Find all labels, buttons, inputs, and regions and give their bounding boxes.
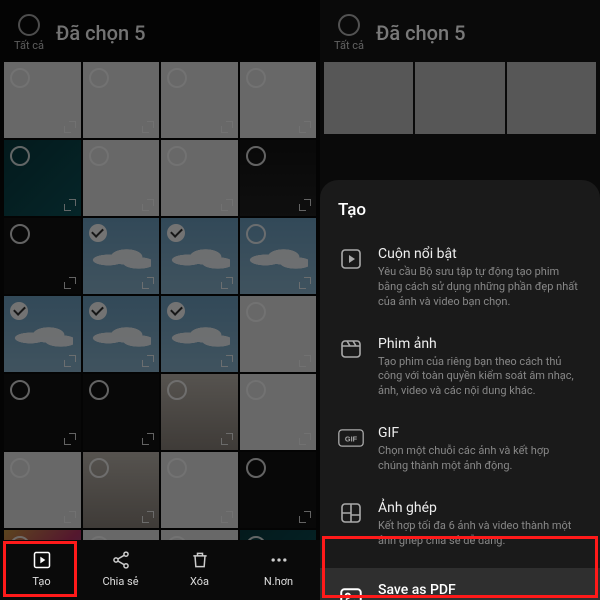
grid-thumb[interactable] [83, 296, 160, 372]
grid-thumb[interactable] [161, 452, 238, 528]
option-desc: Chọn một chuỗi các ảnh và kết hợp chúng … [378, 444, 582, 474]
grid-thumb[interactable] [4, 530, 81, 540]
expand-icon[interactable] [64, 121, 76, 133]
grid-thumb[interactable] [240, 62, 317, 138]
grid-thumb[interactable] [161, 140, 238, 216]
bottom-toolbar: Tạo Chia sẻ Xóa N.hơn [0, 540, 320, 600]
grid-thumb[interactable] [240, 374, 317, 450]
option-title: Ảnh ghép [378, 500, 582, 516]
header: Tất cả Đã chọn 5 [0, 0, 320, 62]
gif-icon: GIF [338, 425, 364, 451]
header: Tất cả Đã chọn 5 [320, 0, 600, 62]
option-highlight-reel[interactable]: Cuộn nổi bật Yêu cầu Bộ sưu tập tự động … [338, 240, 582, 316]
play-square-icon [338, 246, 364, 272]
collage-icon [338, 500, 364, 526]
select-all-circle[interactable] [18, 14, 40, 36]
option-desc: Yêu cầu Bộ sưu tập tự động tạo phim bằng… [378, 265, 582, 310]
grid-thumb[interactable] [83, 62, 160, 138]
grid-thumb[interactable] [161, 218, 238, 294]
grid-thumb[interactable] [240, 140, 317, 216]
option-title: Save as PDF [378, 582, 582, 598]
more-label: N.hơn [264, 575, 293, 588]
grid-thumb[interactable] [83, 530, 160, 540]
more-button[interactable]: N.hơn [245, 550, 313, 588]
film-icon [338, 336, 364, 362]
delete-button[interactable]: Xóa [166, 550, 234, 588]
right-screenshot: Tất cả Đã chọn 5 Tạo Cuộn nổi bật Yêu cầ… [320, 0, 600, 600]
option-save-pdf[interactable]: Save as PDF Make a PDF file with images [320, 568, 600, 600]
option-movie[interactable]: Phim ảnh Tạo phim của riêng bạn theo các… [338, 330, 582, 406]
selected-check-icon [89, 224, 107, 242]
grid-thumb[interactable] [161, 296, 238, 372]
grid-thumb[interactable] [161, 62, 238, 138]
photo-grid[interactable] [0, 62, 320, 540]
option-title: Phim ảnh [378, 336, 582, 352]
unselected-indicator-icon [10, 68, 30, 88]
grid-thumb[interactable] [4, 452, 81, 528]
grid-thumb[interactable] [240, 296, 317, 372]
grid-thumb[interactable] [4, 62, 81, 138]
grid-thumb[interactable] [83, 140, 160, 216]
selected-check-icon [167, 224, 185, 242]
share-label: Chia sẻ [102, 575, 138, 588]
select-all-circle[interactable] [338, 14, 360, 36]
trash-icon [190, 550, 210, 570]
option-title: Cuộn nổi bật [378, 246, 582, 262]
share-icon [111, 550, 131, 570]
option-gif[interactable]: GIF GIF Chọn một chuỗi các ảnh và kết hợ… [338, 419, 582, 480]
select-all-label: Tất cả [334, 39, 364, 52]
sheet-heading: Tạo [338, 200, 582, 220]
selection-count-title: Đã chọn 5 [376, 21, 465, 45]
grid-thumb[interactable] [4, 140, 81, 216]
left-screenshot: Tất cả Đã chọn 5 [0, 0, 320, 600]
grid-thumb[interactable] [83, 452, 160, 528]
share-button[interactable]: Chia sẻ [87, 550, 155, 588]
grid-thumb[interactable] [4, 296, 81, 372]
option-title: GIF [378, 425, 582, 441]
grid-thumb[interactable] [240, 452, 317, 528]
create-button[interactable]: Tạo [8, 550, 76, 588]
grid-thumb[interactable] [161, 530, 238, 540]
grid-thumb[interactable] [83, 374, 160, 450]
option-desc: Tạo phim của riêng bạn theo cách thủ côn… [378, 355, 582, 400]
delete-label: Xóa [190, 575, 209, 588]
selection-count-title: Đã chọn 5 [56, 21, 145, 45]
more-icon [269, 550, 289, 570]
grid-thumb[interactable] [161, 374, 238, 450]
grid-thumb[interactable] [240, 530, 317, 540]
option-collage[interactable]: Ảnh ghép Kết hợp tối đa 6 ảnh và video t… [338, 494, 582, 555]
create-icon [32, 550, 52, 570]
grid-thumb[interactable] [4, 218, 81, 294]
image-icon [338, 586, 364, 600]
create-label: Tạo [32, 575, 50, 588]
grid-thumb[interactable] [4, 374, 81, 450]
svg-text:GIF: GIF [345, 434, 358, 443]
option-desc: Kết hợp tối đa 6 ảnh và video thành một … [378, 519, 582, 549]
grid-thumb[interactable] [240, 218, 317, 294]
create-sheet: Tạo Cuộn nổi bật Yêu cầu Bộ sưu tập tự đ… [320, 180, 600, 600]
select-all-label: Tất cả [14, 39, 44, 52]
grid-thumb[interactable] [83, 218, 160, 294]
